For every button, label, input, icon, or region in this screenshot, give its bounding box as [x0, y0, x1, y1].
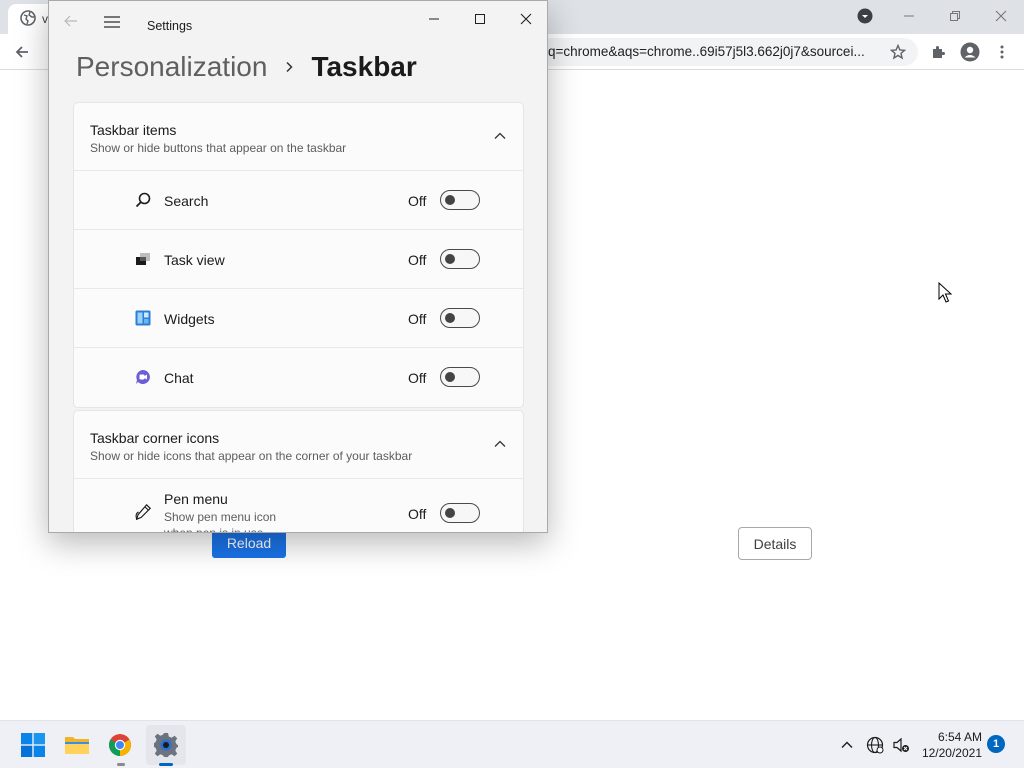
pen-icon	[134, 503, 152, 521]
section-subtitle: Show or hide icons that appear on the co…	[90, 449, 413, 463]
pen-menu-row: Pen menu Show pen menu icon when pen is …	[74, 479, 523, 533]
minimize-icon	[904, 15, 914, 17]
row-label: Pen menu	[164, 491, 228, 507]
taskbar-items-section: Taskbar items Show or hide buttons that …	[73, 102, 524, 408]
show-hidden-icons-button[interactable]	[838, 736, 856, 754]
chevron-up-icon[interactable]	[493, 129, 507, 143]
chrome-back-button[interactable]	[10, 40, 34, 64]
minimize-icon	[429, 18, 439, 20]
avatar-icon	[960, 42, 980, 62]
toggle-state: Off	[408, 311, 427, 327]
windows-taskbar	[0, 720, 1024, 768]
clock-date[interactable]: 12/20/2021	[920, 746, 982, 760]
settings-minimize-button[interactable]	[411, 5, 457, 33]
settings-titlebar[interactable]: Settings	[49, 1, 547, 41]
volume-button[interactable]	[892, 736, 910, 754]
row-description: Show pen menu icon when pen is in use	[164, 510, 277, 533]
profile-button[interactable]	[958, 40, 982, 64]
row-label: Task view	[164, 252, 225, 268]
details-button[interactable]: Details	[738, 527, 812, 560]
toggle-knob	[445, 508, 455, 518]
chevron-up-icon	[841, 741, 853, 748]
corner-icons-header[interactable]: Taskbar corner icons Show or hide icons …	[74, 411, 523, 479]
puzzle-icon	[933, 46, 945, 58]
toggle-state: Off	[408, 252, 427, 268]
page-title: Taskbar	[311, 51, 417, 82]
widgets-row: Widgets Off	[74, 289, 523, 348]
more-vertical-icon	[1000, 45, 1004, 59]
chrome-minimize-button[interactable]	[886, 4, 932, 28]
section-title: Taskbar corner icons	[90, 430, 220, 446]
taskbar-corner-icons-section: Taskbar corner icons Show or hide icons …	[73, 410, 524, 533]
chevron-down-circle-icon	[857, 8, 873, 24]
start-button[interactable]	[20, 732, 46, 758]
windows-logo-icon	[21, 733, 45, 757]
search-toggle[interactable]	[440, 190, 480, 210]
star-icon	[890, 44, 906, 60]
section-title: Taskbar items	[90, 122, 177, 138]
breadcrumb: Personalization Taskbar	[76, 49, 417, 85]
notification-badge[interactable]: 1	[987, 735, 1005, 753]
chevron-right-icon	[286, 61, 294, 73]
toggle-state: Off	[408, 193, 427, 209]
toggle-state: Off	[408, 370, 427, 386]
settings-maximize-button[interactable]	[457, 5, 503, 33]
chrome-menu-button[interactable]	[990, 40, 1014, 64]
task-view-icon	[134, 250, 152, 268]
breadcrumb-personalization[interactable]: Personalization	[76, 51, 267, 83]
row-label: Search	[164, 193, 209, 209]
hamburger-menu-icon[interactable]	[103, 15, 121, 29]
bookmark-star-button[interactable]	[886, 40, 910, 64]
chat-row: Chat Off	[74, 348, 523, 407]
task-view-toggle[interactable]	[440, 249, 480, 269]
chrome-restore-button[interactable]	[932, 4, 978, 28]
clock-time[interactable]: 6:54 AM	[920, 730, 982, 744]
settings-window-title: Settings	[147, 19, 193, 33]
toggle-knob	[445, 372, 455, 382]
arrow-left-icon	[64, 15, 77, 27]
extensions-button[interactable]	[926, 40, 950, 64]
globe-icon	[20, 10, 36, 26]
chat-icon	[134, 368, 152, 386]
search-icon	[134, 191, 152, 209]
toggle-state: Off	[408, 506, 427, 522]
taskbar-items-header[interactable]: Taskbar items Show or hide buttons that …	[74, 103, 523, 171]
row-label: Chat	[164, 370, 194, 386]
close-icon	[995, 10, 1007, 22]
task-view-row: Task view Off	[74, 230, 523, 289]
globe-network-icon	[866, 736, 884, 754]
mouse-cursor-icon	[938, 282, 952, 303]
settings-close-button[interactable]	[503, 5, 547, 33]
running-indicator	[117, 763, 125, 766]
widgets-icon	[134, 309, 152, 327]
close-icon	[520, 13, 532, 25]
arrow-left-icon	[15, 46, 28, 58]
folder-icon	[65, 737, 89, 754]
toggle-knob	[445, 313, 455, 323]
settings-back-button[interactable]	[59, 11, 83, 31]
chat-toggle[interactable]	[440, 367, 480, 387]
widgets-toggle[interactable]	[440, 308, 480, 328]
chrome-taskbar-button[interactable]	[107, 732, 133, 758]
chrome-tab-search-button[interactable]	[842, 4, 888, 28]
toggle-knob	[445, 254, 455, 264]
omnibox-url[interactable]: q=chrome&aqs=chrome..69i57j5l3.662j0j7&s…	[548, 44, 878, 59]
chrome-close-button[interactable]	[978, 4, 1024, 28]
chevron-up-icon[interactable]	[493, 437, 507, 451]
row-label: Widgets	[164, 311, 215, 327]
network-button[interactable]	[866, 736, 884, 754]
settings-taskbar-button[interactable]	[153, 732, 179, 758]
speaker-muted-icon	[893, 737, 909, 753]
section-subtitle: Show or hide buttons that appear on the …	[90, 141, 347, 155]
chrome-icon	[109, 734, 131, 756]
restore-icon	[950, 11, 960, 21]
search-row: Search Off	[74, 171, 523, 230]
settings-window: Settings Personalization Taskbar Taskbar…	[48, 0, 548, 533]
file-explorer-button[interactable]	[64, 732, 90, 758]
gear-icon	[154, 733, 178, 757]
active-indicator	[159, 763, 173, 766]
toggle-knob	[445, 195, 455, 205]
pen-menu-toggle[interactable]	[440, 503, 480, 523]
maximize-icon	[475, 14, 485, 24]
